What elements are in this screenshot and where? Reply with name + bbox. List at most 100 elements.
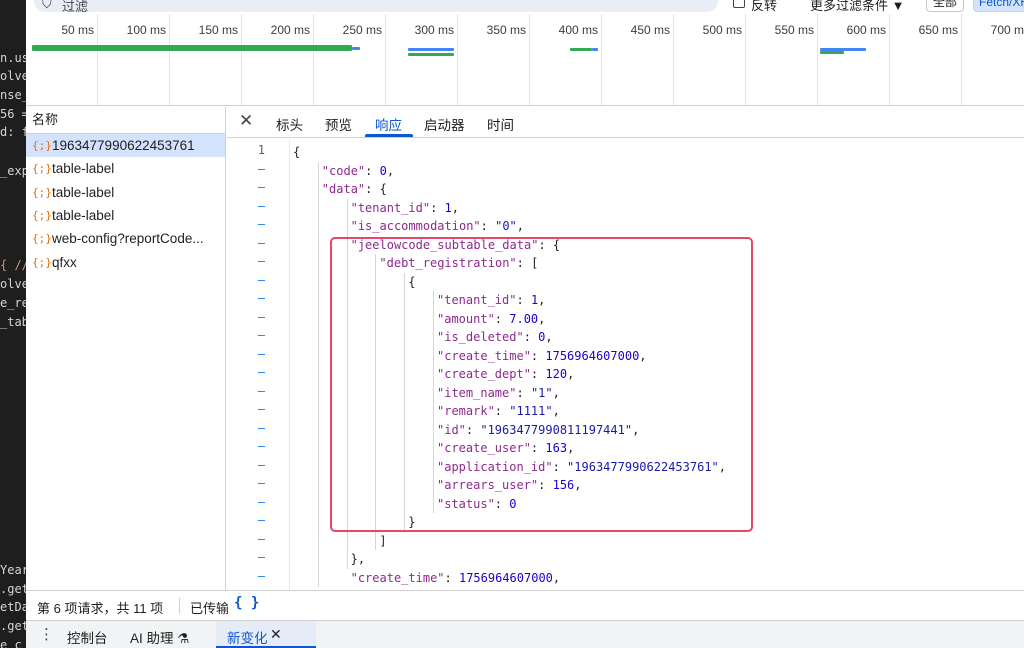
editor-fragment: d: f <box>0 125 26 139</box>
json-line: }, <box>351 550 365 568</box>
tab-response[interactable]: 响应 <box>375 114 402 134</box>
close-icon[interactable]: ✕ <box>239 111 253 131</box>
filter-bar: ⛉ 过滤 反转 更多过滤条件 ▼ 全部 Fetch/XHR <box>26 0 1024 14</box>
tab-initiator[interactable]: 启动器 <box>424 114 465 134</box>
fold-toggle[interactable]: – <box>245 365 265 379</box>
fold-toggle[interactable]: – <box>245 439 265 453</box>
json-file-icon: {;} <box>32 162 52 176</box>
status-bar: 第 6 项请求，共 11 项 已传输 { } <box>26 590 1024 620</box>
timeline-tick-label: 550 ms <box>774 23 814 37</box>
fold-toggle[interactable]: – <box>245 273 265 287</box>
timeline-tick-label: 200 ms <box>270 23 310 37</box>
request-name: table-label <box>52 161 115 177</box>
fold-toggle[interactable]: – <box>245 162 265 176</box>
fold-toggle[interactable]: – <box>245 513 265 527</box>
drawer-menu-icon[interactable]: ⋮ <box>39 625 54 643</box>
fold-toggle[interactable]: – <box>245 347 265 361</box>
filter-input[interactable] <box>34 0 718 12</box>
detail-tabs: ✕ 标头 预览 响应 启动器 时间 <box>227 107 1024 138</box>
fold-toggle[interactable]: – <box>245 569 265 583</box>
fold-toggle[interactable]: – <box>245 550 265 564</box>
fold-toggle[interactable]: – <box>245 421 265 435</box>
invert-checkbox[interactable] <box>733 0 745 8</box>
fold-toggle[interactable]: – <box>245 254 265 268</box>
json-line: ] <box>379 532 386 550</box>
timeline-request-bar <box>352 47 360 50</box>
json-line: "is_accommodation": "0", <box>351 217 524 235</box>
editor-fragment: { // <box>0 258 26 272</box>
fold-toggle[interactable]: – <box>245 328 265 342</box>
invert-label[interactable]: 反转 <box>751 0 777 14</box>
json-key: "code" <box>321 163 366 178</box>
line-number: 1 <box>257 143 265 157</box>
request-row[interactable]: {;} web-config?reportCode... <box>26 227 225 250</box>
json-line: "data": { <box>322 180 387 198</box>
fold-toggle[interactable]: – <box>245 476 265 490</box>
timeline-gridline <box>457 14 458 105</box>
filter-placeholder[interactable]: 过滤 <box>62 0 88 14</box>
tab-headers[interactable]: 标头 <box>276 114 303 134</box>
filter-fetch-xhr-button[interactable]: Fetch/XHR <box>973 0 1024 12</box>
fold-toggle[interactable]: – <box>245 236 265 250</box>
editor-fragment: e c <box>0 638 22 648</box>
fold-toggle[interactable]: – <box>245 532 265 546</box>
fold-toggle[interactable]: – <box>245 458 265 472</box>
timeline-gridline <box>601 14 602 105</box>
editor-fragment: .get <box>0 582 26 596</box>
json-value: 1 <box>444 200 452 215</box>
editor-fragment: 56 = <box>0 107 26 121</box>
fold-toggle[interactable]: – <box>245 199 265 213</box>
timeline-gridline <box>97 14 98 105</box>
timeline-request-bar <box>32 45 352 51</box>
json-file-icon: {;} <box>32 232 52 246</box>
request-row[interactable]: {;} table-label <box>26 204 225 227</box>
tab-timing[interactable]: 时间 <box>487 114 514 134</box>
tab-preview[interactable]: 预览 <box>325 114 352 134</box>
fold-toggle[interactable]: – <box>245 384 265 398</box>
timeline-request-bar <box>592 48 598 51</box>
active-tab-indicator <box>365 134 413 137</box>
request-name: table-label <box>52 184 115 200</box>
json-punctuation: }, <box>350 552 366 566</box>
fold-toggle[interactable]: – <box>245 310 265 324</box>
timeline-tick-label: 700 ms <box>990 23 1024 37</box>
request-row[interactable]: {;} table-label <box>26 157 225 180</box>
timeline-request-bar <box>570 48 592 51</box>
fold-toggle[interactable]: – <box>245 291 265 305</box>
timeline-tick-label: 150 ms <box>198 23 238 37</box>
request-row[interactable]: {;} qfxx <box>26 250 225 273</box>
json-punctuation: , <box>516 219 525 233</box>
fold-toggle[interactable]: – <box>245 402 265 416</box>
request-name: web-config?reportCode... <box>52 231 204 247</box>
timeline-gridline <box>385 14 386 105</box>
request-row[interactable]: {;} 1963477990622453761 <box>26 134 225 158</box>
status-divider <box>179 598 180 614</box>
fold-toggle[interactable]: – <box>245 495 265 509</box>
request-row[interactable]: {;} table-label <box>26 181 225 204</box>
editor-fragment: _exp <box>0 164 26 178</box>
fold-toggle[interactable]: – <box>245 180 265 194</box>
filter-all-button[interactable]: 全部 <box>926 0 964 12</box>
json-file-icon: {;} <box>32 209 52 223</box>
json-key: "data" <box>321 182 366 196</box>
drawer-tab-whats-new[interactable]: 新变化 <box>227 627 268 647</box>
json-punctuation: : <box>444 570 459 585</box>
request-list: 名称 {;} 1963477990622453761 {;} table-label{… <box>26 107 226 590</box>
fold-toggle[interactable]: – <box>245 217 265 231</box>
timeline-tick-label: 450 ms <box>630 23 670 37</box>
request-list-header[interactable]: 名称 <box>26 107 225 134</box>
pretty-print-icon[interactable]: { } <box>234 595 259 611</box>
timeline-tick-label: 600 ms <box>846 23 886 37</box>
json-punctuation: , <box>552 570 561 585</box>
drawer-tab-ai-assistant[interactable]: AI 助理 ⚗ <box>130 627 189 647</box>
drawer-tab-close-icon[interactable]: ✕ <box>270 626 282 643</box>
gutter-divider <box>289 140 290 590</box>
json-punctuation: : <box>480 219 496 233</box>
network-timeline-overview[interactable]: 50 ms 100 ms 150 ms 200 ms 250 ms 300 ms 350 m… <box>26 14 1024 106</box>
timeline-request-bar <box>408 53 454 56</box>
more-filters-dropdown[interactable]: 更多过滤条件 ▼ <box>810 0 904 14</box>
drawer-tab-console[interactable]: 控制台 <box>67 627 108 647</box>
json-line: "code": 0, <box>322 162 394 180</box>
timeline-tick-label: 400 ms <box>558 23 598 37</box>
json-value: "0" <box>495 219 517 233</box>
